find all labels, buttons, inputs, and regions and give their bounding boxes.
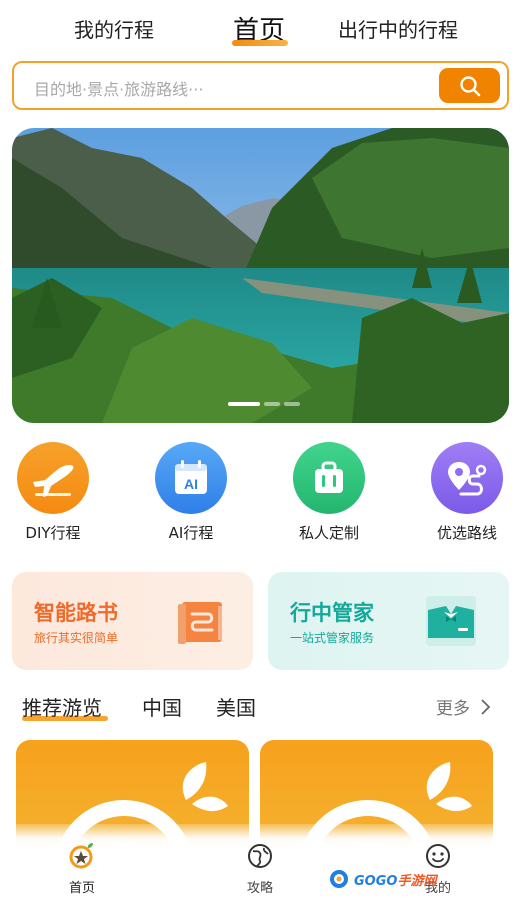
airplane-icon <box>17 442 89 514</box>
search-icon <box>460 76 481 97</box>
gogo-logo-icon <box>330 870 348 888</box>
nav-label: 攻略 <box>246 881 273 896</box>
nav-guide[interactable]: 攻略 <box>225 842 295 896</box>
section-tab-recommended[interactable]: 推荐游览 <box>22 692 102 721</box>
smiley-icon <box>426 844 450 868</box>
active-tab-indicator <box>232 40 288 46</box>
quick-link-diy[interactable]: DIY行程 <box>8 442 98 543</box>
more-label: 更多 <box>436 699 470 719</box>
roadbook-icon <box>178 602 222 644</box>
card-subtitle: 一站式管家服务 <box>290 631 375 645</box>
trip-butler-card[interactable]: 行中管家 一站式管家服务 <box>268 572 509 670</box>
nav-home[interactable]: 首页 <box>47 842 117 896</box>
carousel-dot-active[interactable] <box>228 402 260 406</box>
home-logo-icon <box>69 843 93 869</box>
top-tabs: 我的行程 首页 出行中的行程 <box>0 0 519 58</box>
quick-link-label: 私人定制 <box>298 524 359 542</box>
quick-link-label: 优选路线 <box>436 524 497 542</box>
card-title: 行中管家 <box>290 601 374 625</box>
section-tab-usa[interactable]: 美国 <box>216 692 256 721</box>
route-pin-icon <box>431 442 503 514</box>
more-link[interactable]: 更多 <box>436 694 491 719</box>
smart-roadbook-card[interactable]: 智能路书 旅行其实很简单 <box>12 572 253 670</box>
section-tab-china[interactable]: 中国 <box>142 692 182 721</box>
section-tabs: 推荐游览 中国 美国 更多 <box>0 690 519 726</box>
search-button[interactable] <box>439 68 500 103</box>
banner-carousel[interactable] <box>12 128 509 423</box>
nav-label: 首页 <box>68 881 95 896</box>
carousel-dot[interactable] <box>264 402 280 406</box>
tab-ongoing-trips[interactable]: 出行中的行程 <box>338 14 458 43</box>
quick-link-label: AI行程 <box>168 524 214 542</box>
card-subtitle: 旅行其实很简单 <box>34 631 119 645</box>
ai-calendar-icon: AI <box>155 442 227 514</box>
carousel-dot[interactable] <box>284 402 300 406</box>
quick-link-label: DIY行程 <box>25 524 81 542</box>
chevron-right-icon <box>481 699 491 715</box>
quick-link-route[interactable]: 优选路线 <box>422 442 512 543</box>
tab-my-trips[interactable]: 我的行程 <box>74 14 154 43</box>
watermark-text: GOGO手游网 <box>354 874 437 889</box>
svg-text:AI: AI <box>184 476 198 492</box>
quick-link-ai[interactable]: AI AI行程 <box>146 442 236 543</box>
search-bar[interactable]: 目的地·景点·旅游路线··· <box>12 61 509 110</box>
globe-icon <box>248 844 272 868</box>
bottom-nav: 首页 攻略 我的 GOGO手游网 <box>0 824 519 902</box>
search-input[interactable]: 目的地·景点·旅游路线··· <box>34 76 203 100</box>
carousel-dots <box>12 402 509 407</box>
card-title: 智能路书 <box>34 601 118 625</box>
quick-links: DIY行程 AI AI行程 私人定制 优选路线 <box>0 442 519 542</box>
quick-link-private[interactable]: 私人定制 <box>284 442 374 543</box>
butler-icon <box>426 596 476 646</box>
banner-image <box>12 128 509 423</box>
suitcase-icon <box>293 442 365 514</box>
